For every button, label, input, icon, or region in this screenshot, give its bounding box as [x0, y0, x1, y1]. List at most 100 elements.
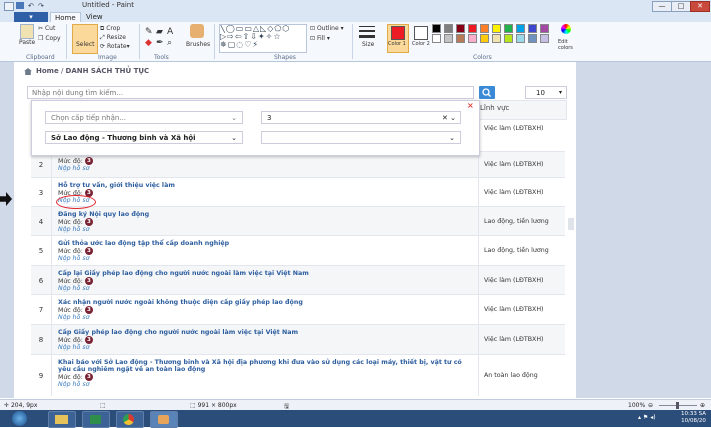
palette-swatch[interactable]: [540, 24, 549, 33]
row-number: 9: [38, 371, 44, 380]
close-filter-icon[interactable]: ×: [467, 101, 474, 110]
eraser-icon[interactable]: ◆: [145, 38, 152, 48]
column-divider: [478, 207, 479, 236]
palette-swatch[interactable]: [468, 24, 477, 33]
agency-level-select[interactable]: Chọn cấp tiếp nhận... ⌄: [45, 111, 243, 124]
fill-dropdown[interactable]: ⊡ Fill ▾: [310, 35, 330, 42]
palette-swatch[interactable]: [504, 24, 513, 33]
color2-swatch[interactable]: [414, 26, 428, 40]
procedure-title-link[interactable]: Đăng ký Nội quy lao động: [58, 211, 473, 218]
magnifier-icon[interactable]: ⌕: [167, 38, 172, 48]
breadcrumb: Home / DANH SÁCH THỦ TỤC: [36, 67, 149, 75]
copy-button[interactable]: ❐ Copy: [38, 35, 61, 42]
field-cell: An toàn lao động: [484, 371, 538, 379]
tab-view[interactable]: View: [82, 12, 107, 22]
palette-swatch[interactable]: [456, 34, 465, 43]
edit-colors-button[interactable]: Edit colors: [558, 39, 576, 51]
submit-application-link[interactable]: Nộp hồ sơ: [58, 226, 473, 233]
save-icon[interactable]: [16, 2, 24, 9]
crop-button[interactable]: ⧉ Crop: [100, 25, 120, 33]
canvas-resize-handle[interactable]: [568, 218, 574, 230]
undo-icon[interactable]: ↶: [28, 2, 34, 10]
zoom-in-button[interactable]: ⊕: [700, 402, 705, 409]
paint-app-icon[interactable]: [4, 2, 14, 11]
color-picker-icon[interactable]: ✒: [156, 38, 164, 48]
start-button[interactable]: [12, 411, 27, 426]
palette-swatch[interactable]: [504, 34, 513, 43]
palette-swatch[interactable]: [540, 34, 549, 43]
tray-icons[interactable]: ▴ ⚑ ◂): [638, 414, 656, 421]
procedure-title-link[interactable]: Cấp Giấy phép lao động cho người nước ng…: [58, 329, 473, 336]
procedure-title-link[interactable]: Khai báo với Sở Lao động - Thương binh v…: [58, 359, 473, 373]
submit-application-link[interactable]: Nộp hồ sơ: [58, 165, 473, 172]
close-button[interactable]: ✕: [690, 1, 710, 12]
procedure-title-link[interactable]: Xác nhận người nước ngoài không thuộc di…: [58, 299, 473, 306]
palette-swatch[interactable]: [528, 34, 537, 43]
palette-swatch[interactable]: [444, 24, 453, 33]
palette-swatch[interactable]: [528, 24, 537, 33]
submit-application-link[interactable]: Nộp hồ sơ: [58, 381, 473, 388]
search-input[interactable]: Nhập nội dung tìm kiếm...: [27, 86, 474, 99]
text-icon[interactable]: A: [167, 27, 173, 37]
column-divider: [51, 178, 52, 207]
level-badge: 3: [84, 336, 93, 344]
submit-application-link[interactable]: Nộp hồ sơ: [58, 344, 473, 351]
paste-button[interactable]: Paste: [19, 39, 35, 46]
submit-application-link[interactable]: Nộp hồ sơ: [58, 314, 473, 321]
page-size-select[interactable]: 10 ▾: [525, 86, 567, 99]
zoom-slider-thumb[interactable]: [676, 402, 679, 409]
select-button[interactable]: [72, 24, 98, 54]
submit-application-link[interactable]: Nộp hồ sơ: [58, 255, 473, 262]
breadcrumb-home[interactable]: Home: [36, 67, 59, 75]
brushes-button[interactable]: Brushes: [186, 41, 210, 48]
explorer-taskbar-button[interactable]: [48, 411, 76, 428]
chrome-taskbar-button[interactable]: [116, 411, 144, 428]
paste-icon[interactable]: [20, 24, 34, 39]
search-button[interactable]: [479, 86, 495, 99]
cut-button[interactable]: ✂ Cut: [38, 25, 55, 32]
paint-taskbar-button[interactable]: [150, 411, 178, 428]
excel-taskbar-button[interactable]: [82, 411, 110, 428]
row-number: 6: [38, 276, 44, 285]
redo-icon[interactable]: ↷: [38, 2, 44, 10]
resize-button[interactable]: ⤢ Resize: [100, 34, 126, 42]
fill-icon[interactable]: ▰: [156, 27, 163, 37]
procedure-title-link[interactable]: Cấp lại Giấy phép lao động cho người nướ…: [58, 270, 473, 277]
palette-swatch[interactable]: [492, 34, 501, 43]
column-divider: [478, 325, 479, 355]
file-menu-button[interactable]: ▾: [14, 12, 48, 22]
palette-swatch[interactable]: [516, 34, 525, 43]
column-divider: [51, 207, 52, 236]
zoom-out-button[interactable]: ⊖: [648, 402, 653, 409]
procedure-title-link[interactable]: Gửi thỏa ước lao động tập thể cấp doanh …: [58, 240, 473, 247]
palette-swatch[interactable]: [432, 24, 441, 33]
brushes-icon[interactable]: [190, 24, 204, 38]
minimize-button[interactable]: —: [652, 1, 672, 12]
palette-swatch[interactable]: [492, 24, 501, 33]
clock[interactable]: 10:33 SA 10/08/20: [681, 411, 706, 425]
palette-swatch[interactable]: [444, 34, 453, 43]
outline-dropdown[interactable]: ⊡ Outline ▾: [310, 25, 344, 32]
level-select[interactable]: 3 ✕ ⌄: [261, 111, 461, 124]
chrome-icon: [123, 414, 134, 425]
color-palette[interactable]: [432, 24, 552, 44]
palette-swatch[interactable]: [480, 24, 489, 33]
edit-colors-icon[interactable]: [561, 24, 571, 34]
size-button[interactable]: Size: [362, 41, 374, 48]
submit-application-link[interactable]: Nộp hồ sơ: [58, 285, 473, 292]
submit-application-link[interactable]: Nộp hồ sơ: [58, 197, 473, 204]
secondary-select[interactable]: ⌄: [261, 131, 461, 144]
palette-swatch[interactable]: [480, 34, 489, 43]
procedure-info: Hỗ trợ tư vấn, giới thiệu việc làm Mức độ…: [58, 182, 473, 204]
palette-swatch[interactable]: [516, 24, 525, 33]
chevron-down-icon: ⌄: [231, 114, 237, 122]
maximize-button[interactable]: □: [671, 1, 691, 12]
pencil-icon[interactable]: ✎: [145, 27, 153, 37]
rotate-button[interactable]: ⟳ Rotate▾: [100, 43, 130, 50]
palette-swatch[interactable]: [468, 34, 477, 43]
palette-swatch[interactable]: [432, 34, 441, 43]
procedure-title-link[interactable]: Hỗ trợ tư vấn, giới thiệu việc làm: [58, 182, 473, 189]
department-select[interactable]: Sở Lao động - Thương binh và Xã hội ⌄: [45, 131, 243, 144]
shapes-gallery[interactable]: ╲◯▭▭△◺◇⬠⬡ ▷⇨⇦⇧⇩✦✧☆ ✵▢◌♡⚡: [219, 24, 307, 53]
palette-swatch[interactable]: [456, 24, 465, 33]
